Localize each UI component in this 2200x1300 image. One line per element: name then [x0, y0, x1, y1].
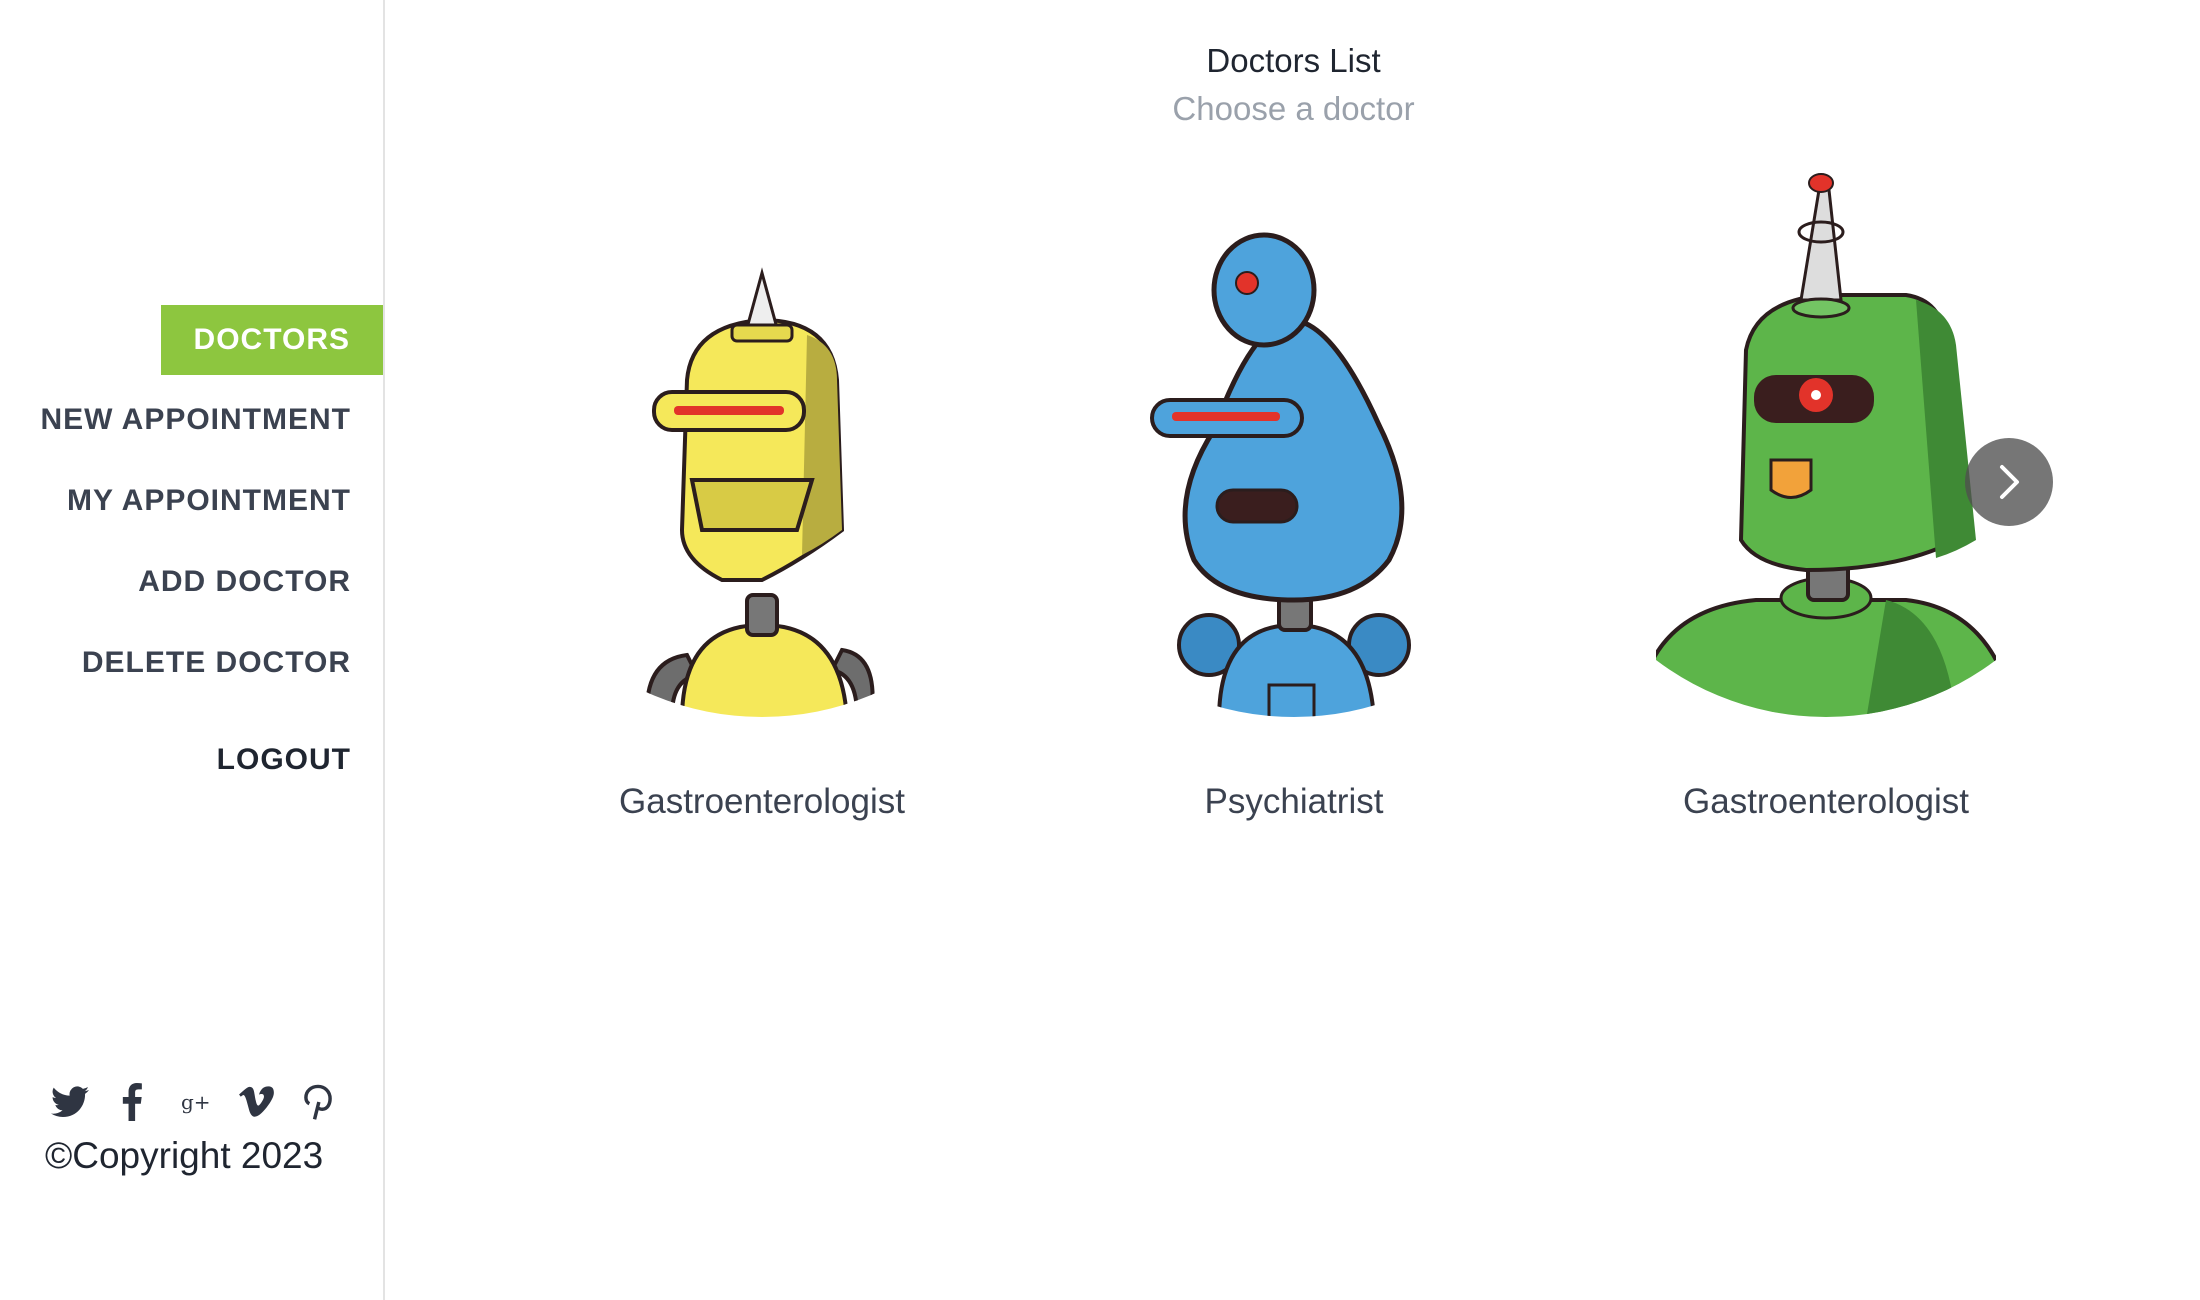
- doctor-avatar: [592, 150, 932, 720]
- main-content: Doctors List Choose a doctor Gastroenter…: [387, 0, 2200, 1300]
- carousel-next-button[interactable]: [1965, 438, 2053, 526]
- doctor-card[interactable]: Gastroenterologist: [592, 150, 932, 821]
- doctor-avatar: [1656, 150, 1996, 720]
- twitter-icon[interactable]: [50, 1082, 90, 1122]
- doctor-avatar: [1124, 150, 1464, 720]
- page-subtitle: Choose a doctor: [1172, 90, 1415, 127]
- social-links: g+: [50, 1082, 338, 1122]
- doctor-specialty: Psychiatrist: [1204, 782, 1384, 821]
- page-title: Doctors List: [1206, 42, 1381, 79]
- doctor-card[interactable]: Psychiatrist: [1124, 150, 1464, 821]
- doctor-specialty: Gastroenterologist: [619, 782, 905, 821]
- nav-item-doctors[interactable]: DOCTORS: [161, 305, 383, 375]
- svg-text:g+: g+: [181, 1090, 209, 1114]
- facebook-icon[interactable]: [112, 1082, 152, 1122]
- nav-item-new-appointment[interactable]: NEW APPOINTMENT: [40, 403, 351, 437]
- chevron-right-icon: [2000, 465, 2019, 499]
- nav-item-add-doctor[interactable]: ADD DOCTOR: [138, 565, 351, 599]
- google-plus-icon[interactable]: g+: [174, 1082, 214, 1122]
- app-root: DOCTORS NEW APPOINTMENT MY APPOINTMENT A…: [0, 0, 2200, 1300]
- doctor-specialty: Gastroenterologist: [1683, 782, 1969, 821]
- pinterest-icon[interactable]: [298, 1082, 338, 1122]
- logout-link[interactable]: LOGOUT: [217, 743, 351, 777]
- vimeo-icon[interactable]: [236, 1082, 276, 1122]
- nav-item-delete-doctor[interactable]: DELETE DOCTOR: [82, 646, 351, 680]
- doctor-card[interactable]: Gastroenterologist: [1656, 150, 1996, 821]
- sidebar: DOCTORS NEW APPOINTMENT MY APPOINTMENT A…: [0, 0, 385, 1300]
- nav-item-my-appointment[interactable]: MY APPOINTMENT: [67, 484, 351, 518]
- copyright: ©Copyright 2023: [45, 1135, 324, 1176]
